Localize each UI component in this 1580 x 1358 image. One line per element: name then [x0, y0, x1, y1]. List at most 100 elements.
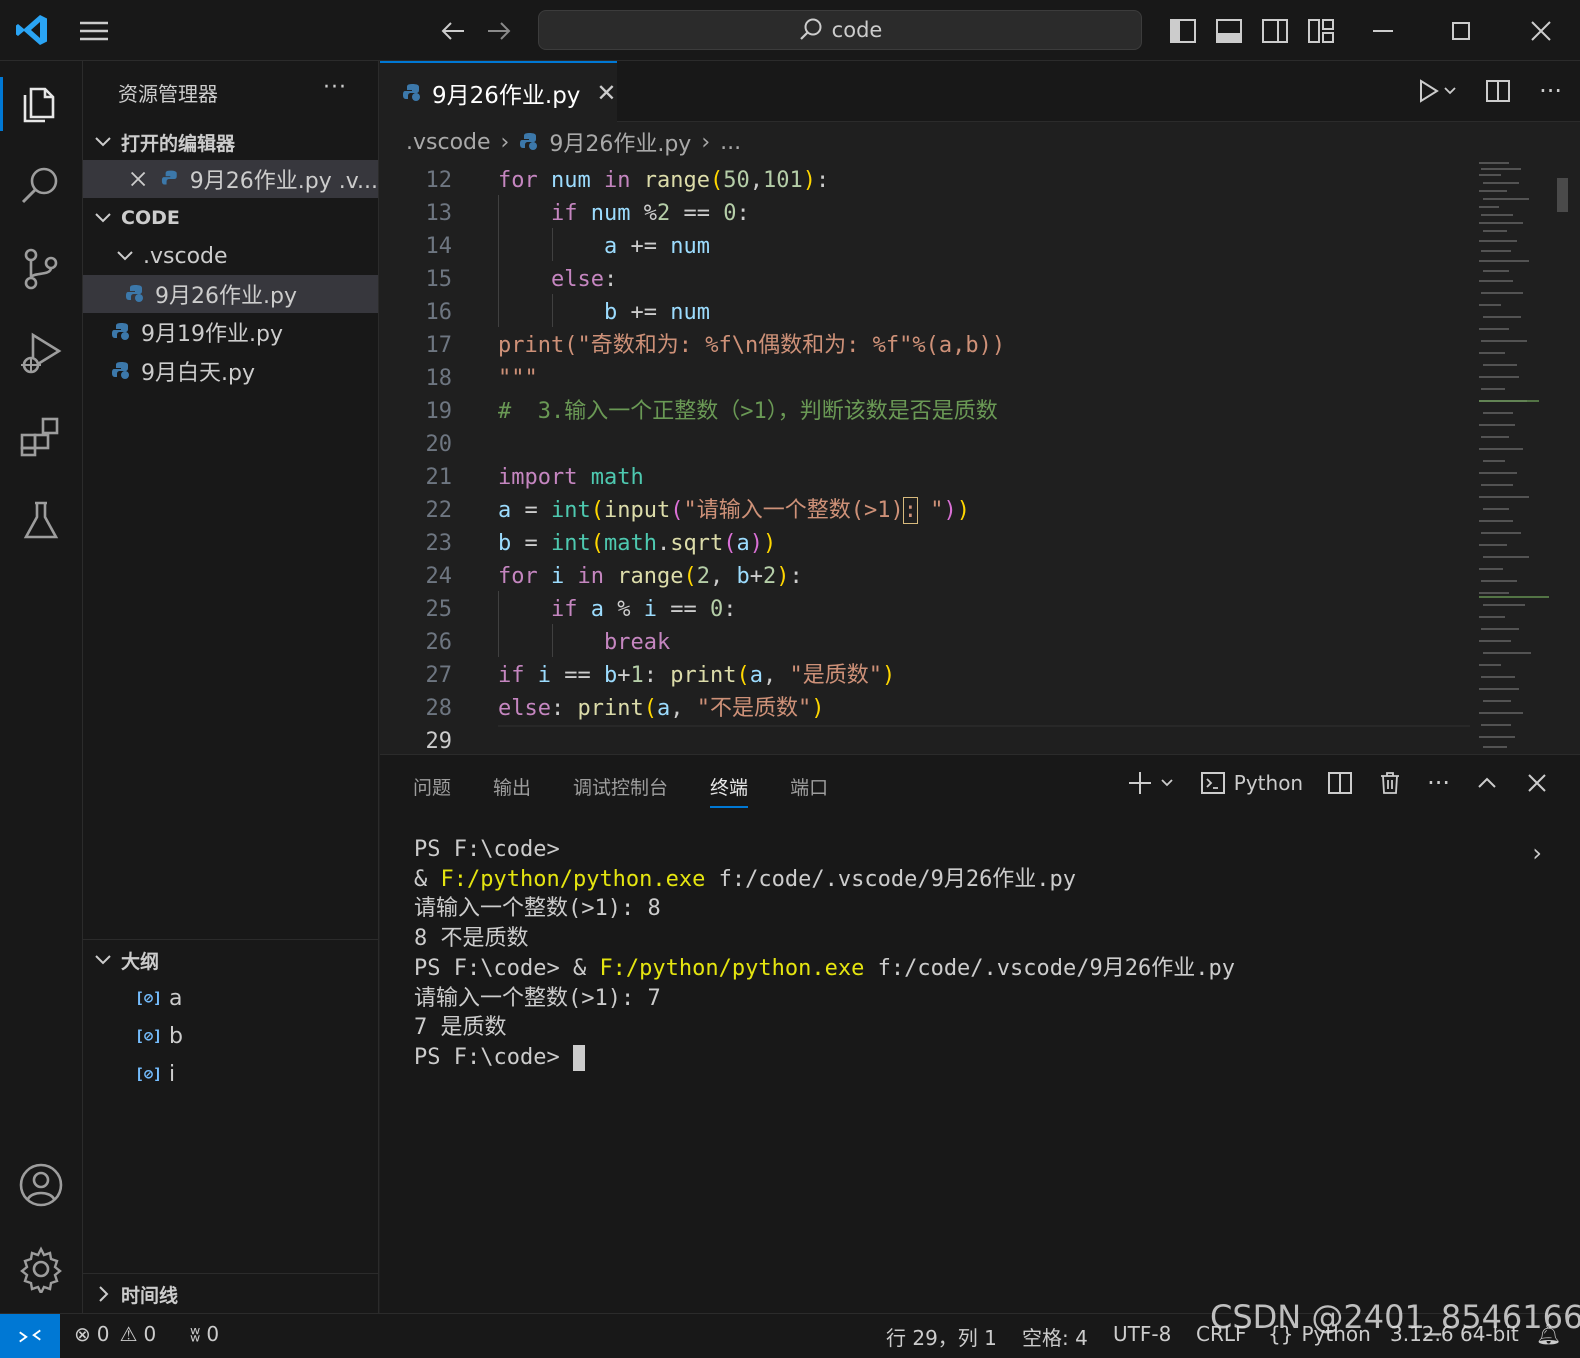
code-line: b = int(math.sqrt(a)) [498, 531, 777, 556]
open-editor-item[interactable]: 9月26作业.py .v... [83, 160, 378, 198]
variable-icon: [⊘] [135, 1065, 163, 1083]
terminal-icon [1200, 772, 1225, 794]
code-line: a += num [603, 234, 710, 259]
open-editors-label: 打开的编辑器 [121, 132, 236, 155]
code-line: if i == b+1: print(a, "是质数") [498, 663, 896, 688]
minimize-icon[interactable] [1366, 14, 1400, 48]
terminal-name: Python [1233, 771, 1304, 795]
file-item[interactable]: 9月19作业.py [83, 313, 378, 351]
outline-section-header[interactable]: 大纲 [83, 941, 378, 979]
folder-label: .vscode [143, 243, 228, 269]
toggle-panel-icon[interactable] [1214, 16, 1244, 46]
code-line: # 3.输入一个正整数（>1），判断该数是否是质数 [498, 399, 998, 424]
breadcrumb-symbol[interactable]: ... [720, 130, 741, 155]
variable-icon: [⊘] [135, 1027, 163, 1045]
more-actions-icon[interactable]: ··· [1427, 769, 1450, 797]
back-arrow-icon[interactable] [438, 16, 468, 46]
trash-icon[interactable] [1377, 770, 1403, 796]
editor-tabs-bar: 9月26作业.py ✕ ··· [380, 61, 1580, 122]
code-editor[interactable]: 12 for num in range(50,101): 13 if num %2… [380, 162, 1568, 754]
outline-item[interactable]: [⊘] b [83, 1017, 378, 1055]
folder-vscode[interactable]: .vscode [83, 237, 378, 275]
forward-arrow-icon[interactable] [484, 16, 514, 46]
terminal-output[interactable]: PS F:\code> & F:/python/python.exe f:/cod… [414, 835, 1235, 1073]
indentation[interactable]: 空格: 4 [1022, 1322, 1088, 1351]
command-center-search[interactable]: code [538, 10, 1142, 50]
breadcrumb-file[interactable]: 9月26作业.py [549, 126, 691, 158]
maximize-panel-chevron-up-icon[interactable] [1474, 770, 1500, 796]
explorer-icon[interactable] [17, 79, 65, 127]
variable-icon: [⊘] [135, 989, 163, 1007]
chevron-right-icon[interactable]: › [1532, 839, 1542, 867]
run-and-debug-icon[interactable] [17, 329, 65, 377]
breadcrumb-folder[interactable]: .vscode [406, 130, 491, 155]
python-file-icon [112, 323, 129, 340]
toggle-primary-sidebar-icon[interactable] [1168, 16, 1198, 46]
settings-gear-icon[interactable] [17, 1245, 65, 1296]
maximize-icon[interactable] [1444, 14, 1478, 48]
close-panel-icon[interactable] [1524, 770, 1550, 796]
warning-icon: ⚠ [119, 1322, 138, 1346]
file-item[interactable]: 9月白天.py [83, 352, 378, 390]
tab-label: 9月26作业.py [432, 82, 581, 109]
line-number: 28 [425, 696, 453, 721]
line-number: 19 [425, 399, 453, 424]
code-line: else: print(a, "不是质数") [498, 696, 825, 721]
close-tab-icon[interactable]: ✕ [596, 79, 616, 107]
source-control-icon[interactable] [17, 245, 65, 293]
breadcrumb: .vscode › 9月26作业.py › ... [380, 122, 1570, 162]
line-number: 24 [425, 564, 453, 589]
search-icon[interactable] [17, 161, 65, 209]
terminal-line: 请输入一个整数(>1): 7 [414, 985, 661, 1011]
open-editors-section-header[interactable]: 打开的编辑器 [83, 123, 378, 161]
tab-ports[interactable]: 端口 [790, 773, 828, 808]
outline-item[interactable]: [⊘] a [83, 979, 378, 1017]
split-terminal-icon[interactable] [1327, 770, 1353, 796]
tab-output[interactable]: 输出 [493, 773, 531, 808]
cursor-position[interactable]: 行 29，列 1 [886, 1322, 997, 1351]
minimap[interactable] [1475, 160, 1557, 752]
extensions-icon[interactable] [17, 413, 65, 461]
customize-layout-icon[interactable] [1306, 16, 1336, 46]
code-line: for i in range(2, b+2): [498, 564, 803, 589]
new-terminal-plus-icon[interactable] [1128, 770, 1176, 796]
line-number: 16 [425, 300, 453, 325]
toggle-secondary-sidebar-icon[interactable] [1260, 16, 1290, 46]
testing-flask-icon[interactable] [17, 497, 65, 545]
code-line: if a % i == 0: [550, 597, 737, 622]
ports-status[interactable]: ʬ 0 [190, 1322, 219, 1346]
vertical-scrollbar[interactable] [1557, 178, 1568, 212]
error-icon: ⊗ [74, 1322, 91, 1346]
tab-debug-console[interactable]: 调试控制台 [573, 773, 668, 808]
timeline-section-header[interactable]: 时间线 [83, 1275, 378, 1313]
workspace-section-header[interactable]: CODE [83, 199, 378, 237]
remote-indicator-icon[interactable] [0, 1314, 60, 1358]
explorer-sidebar: 资源管理器 ··· 打开的编辑器 9月26作业.py .v... CODE .v… [83, 61, 379, 1313]
editor-tab[interactable]: 9月26作业.py ✕ [380, 61, 617, 122]
code-line: if num %2 == 0: [550, 201, 750, 226]
terminal-cursor [572, 1044, 585, 1071]
encoding[interactable]: UTF-8 [1113, 1322, 1171, 1346]
line-number: 14 [425, 234, 453, 259]
split-editor-icon[interactable] [1485, 78, 1511, 104]
accounts-icon[interactable] [17, 1161, 65, 1209]
python-file-icon [520, 133, 538, 150]
line-number: 27 [425, 663, 453, 688]
close-window-icon[interactable] [1524, 14, 1558, 48]
terminal-selector[interactable]: Python [1200, 770, 1303, 796]
problems-status[interactable]: ⊗ 0 ⚠ 0 [74, 1322, 156, 1346]
close-icon[interactable] [127, 167, 149, 191]
outline-item[interactable]: [⊘] i [83, 1055, 378, 1093]
file-label: 9月26作业.py [155, 284, 297, 309]
code-line: """ [498, 366, 538, 391]
file-item[interactable]: 9月26作业.py [83, 275, 378, 313]
sidebar-more-actions[interactable]: ··· [323, 75, 347, 100]
run-icon[interactable] [1417, 78, 1457, 104]
more-actions-icon[interactable]: ··· [1539, 77, 1562, 105]
tab-problems[interactable]: 问题 [413, 773, 451, 808]
tab-terminal[interactable]: 终端 [710, 773, 749, 808]
code-line: a = int(input("请输入一个整数(>1): ")) [498, 497, 970, 524]
chevron-right-icon [99, 1286, 109, 1302]
menu-hamburger-icon[interactable] [78, 18, 110, 44]
open-editor-filename: 9月26作业.py .v... [189, 169, 378, 194]
